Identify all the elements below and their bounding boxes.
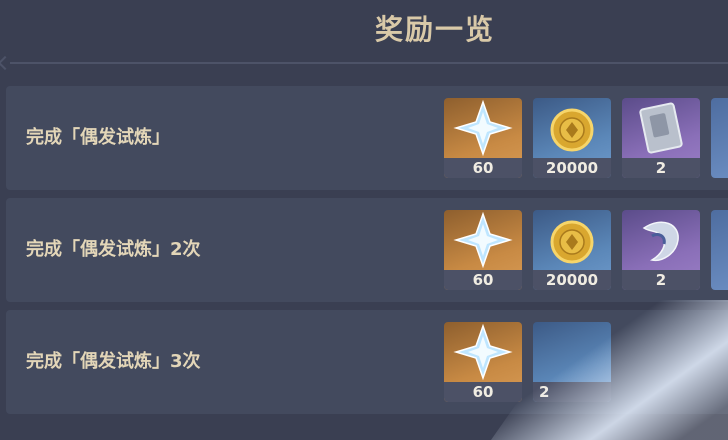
reward-row-label: 完成「偶发试炼」 — [26, 127, 170, 148]
reward-row: 完成「偶发试炼」2次 60 20000 2 — [6, 198, 728, 302]
reward-count: 20000 — [533, 270, 611, 290]
title-divider — [10, 62, 728, 64]
talent-book-icon — [639, 102, 683, 154]
primogem-icon — [453, 211, 513, 269]
reward-count: 60 — [444, 382, 522, 402]
reward-card-primogem[interactable]: 60 — [444, 322, 522, 402]
reward-card-primogem[interactable]: 60 — [444, 210, 522, 290]
reward-row-label: 完成「偶发试炼」3次 — [26, 351, 201, 372]
reward-card-material[interactable]: 2 — [622, 210, 700, 290]
reward-count: 60 — [444, 158, 522, 178]
reward-row-label: 完成「偶发试炼」2次 — [26, 239, 201, 260]
reward-count: 60 — [444, 270, 522, 290]
page-title: 奖励一览 — [374, 13, 495, 46]
mora-coin-icon — [550, 220, 594, 264]
reward-card-partial[interactable] — [711, 210, 728, 290]
reward-card-primogem[interactable]: 60 — [444, 98, 522, 178]
reward-count: 2 — [622, 158, 700, 178]
reward-count: 20000 — [533, 158, 611, 178]
reward-count: 2 — [622, 270, 700, 290]
reward-card-mora[interactable]: 20000 — [533, 210, 611, 290]
primogem-icon — [453, 99, 513, 157]
mora-coin-icon — [550, 108, 594, 152]
primogem-icon — [453, 323, 513, 381]
weapon-material-icon — [642, 221, 679, 262]
divider-arrow-icon — [0, 55, 13, 71]
reward-row: 完成「偶发试炼」 60 20000 2 — [6, 86, 728, 190]
reward-card-mora[interactable]: 20000 — [533, 98, 611, 178]
reward-card-partial[interactable] — [711, 98, 728, 178]
reward-card-book[interactable]: 2 — [622, 98, 700, 178]
